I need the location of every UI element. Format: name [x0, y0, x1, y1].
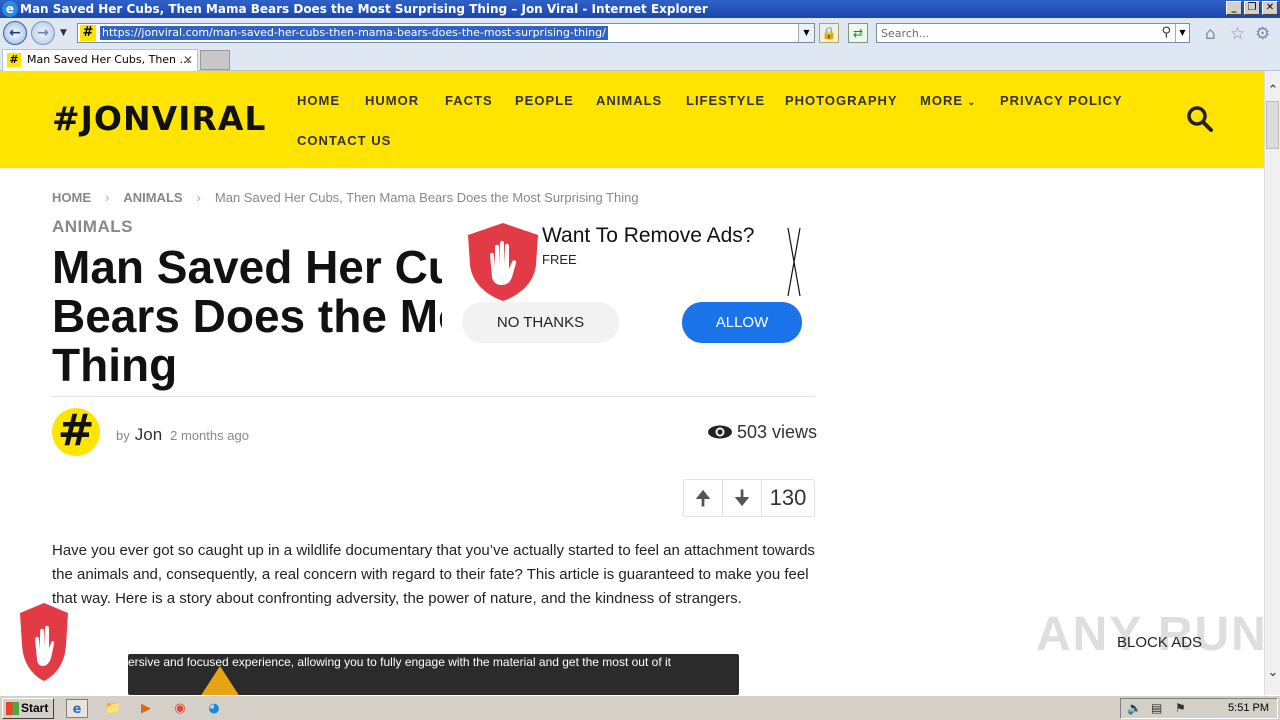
ie-taskbar-icon[interactable]: e [66, 699, 88, 718]
page-viewport: #JONVIRAL HOME HUMOR FACTS PEOPLE ANIMAL… [0, 71, 1264, 695]
chevron-right-icon: › [105, 190, 110, 205]
menu-item-home[interactable]: HOME [297, 93, 340, 108]
menu-item-more[interactable]: MORE ⌄ [920, 93, 976, 108]
menu-item-humor[interactable]: HUMOR [365, 93, 419, 108]
menu-item-contact-us[interactable]: CONTACT US [297, 133, 391, 148]
tab-label: Man Saved Her Cubs, Then ... [27, 53, 191, 66]
view-count: 503 views [707, 422, 817, 443]
menu-item-privacy-policy[interactable]: PRIVACY POLICY [1000, 93, 1123, 108]
restore-button[interactable]: ❐ [1244, 1, 1260, 15]
eye-icon [708, 425, 732, 439]
history-dropdown-icon[interactable]: ▼ [60, 28, 67, 38]
vertical-scrollbar[interactable]: ⌃ ⌄ [1264, 71, 1280, 695]
back-button[interactable]: ← [3, 21, 27, 45]
browser-search-box[interactable]: Search... ⚲ ▼ [876, 23, 1190, 43]
menu-item-photography[interactable]: PHOTOGRAPHY [785, 93, 898, 108]
menu-item-more-label: MORE [920, 93, 963, 108]
popup-subtitle: FREE [542, 252, 577, 267]
start-button[interactable]: Start [2, 698, 54, 719]
forward-button[interactable]: → [31, 21, 55, 45]
home-icon[interactable]: ⌂ [1205, 24, 1216, 44]
breadcrumb-current: Man Saved Her Cubs, Then Mama Bears Does… [214, 190, 639, 205]
chrome-icon[interactable]: ◉ [169, 699, 191, 718]
publish-date: 2 months ago [170, 428, 249, 443]
window-titlebar: e Man Saved Her Cubs, Then Mama Bears Do… [0, 0, 1280, 18]
media-player-icon[interactable]: ▶ [135, 699, 157, 718]
divider [52, 396, 815, 397]
close-tab-icon[interactable]: ✕ [183, 50, 193, 70]
chevron-right-icon: › [196, 190, 201, 205]
author-name[interactable]: Jon [135, 425, 162, 444]
lock-icon[interactable]: 🔒 [819, 23, 839, 43]
tab-favicon: # [7, 53, 21, 67]
popup-title: Want To Remove Ads? [542, 224, 755, 247]
warning-sign-thumbnail [198, 666, 242, 695]
address-dropdown-icon[interactable]: ▼ [798, 24, 814, 42]
search-icon[interactable]: ⚲ [1161, 25, 1171, 40]
search-placeholder: Search... [881, 27, 930, 40]
site-header: #JONVIRAL HOME HUMOR FACTS PEOPLE ANIMAL… [0, 71, 1264, 168]
clock[interactable]: 5:51 PM [1228, 702, 1269, 714]
start-label: Start [21, 701, 49, 715]
author-avatar[interactable]: # [52, 408, 100, 456]
block-ads-label[interactable]: BLOCK ADS [1117, 634, 1202, 651]
window-title: Man Saved Her Cubs, Then Mama Bears Does… [20, 2, 708, 16]
volume-icon[interactable]: 🔈 [1127, 701, 1142, 715]
windows-taskbar: Start e 📁 ▶ ◉ ◕ 🔈 ▤ ⚑ 5:51 PM [0, 695, 1280, 720]
close-window-button[interactable]: ✕ [1262, 1, 1278, 15]
byline: by Jon 2 months ago [116, 425, 249, 445]
menu-item-facts[interactable]: FACTS [445, 93, 493, 108]
menu-item-lifestyle[interactable]: LIFESTYLE [686, 93, 765, 108]
edge-icon[interactable]: ◕ [203, 699, 225, 718]
address-bar[interactable]: # https://jonviral.com/man-saved-her-cub… [77, 23, 815, 43]
tab-bar: # Man Saved Her Cubs, Then ... ✕ [0, 48, 1280, 71]
article-body: Have you ever got so caught up in a wild… [52, 542, 815, 607]
minimize-button[interactable]: _ [1226, 1, 1242, 15]
video-player[interactable]: ersive and focused experience, allowing … [128, 654, 739, 695]
close-icon[interactable] [786, 226, 802, 298]
stop-hand-shield-icon [468, 223, 538, 301]
downvote-arrow-icon[interactable]: 🠋 [723, 480, 762, 516]
scroll-down-arrow-icon[interactable]: ⌄ [1265, 665, 1280, 681]
windows-logo-icon [6, 702, 19, 715]
no-thanks-button[interactable]: NO THANKS [462, 302, 619, 343]
new-tab-button[interactable] [200, 50, 230, 70]
action-center-flag-icon[interactable]: ⚑ [1175, 701, 1186, 715]
scroll-thumb[interactable] [1266, 101, 1279, 149]
scroll-up-arrow-icon[interactable]: ⌃ [1265, 83, 1280, 99]
vote-widget: 🠉 🠋 130 [683, 479, 815, 517]
site-logo[interactable]: #JONVIRAL [52, 99, 266, 138]
breadcrumb-home[interactable]: HOME [52, 190, 91, 205]
url-text[interactable]: https://jonviral.com/man-saved-her-cubs-… [100, 26, 608, 40]
adblock-shield-icon[interactable] [18, 601, 70, 683]
internet-explorer-icon: e [2, 1, 18, 17]
search-dropdown-icon[interactable]: ▼ [1175, 24, 1189, 42]
upvote-arrow-icon[interactable]: 🠉 [684, 480, 723, 516]
video-caption: ersive and focused experience, allowing … [128, 655, 671, 669]
article-category[interactable]: ANIMALS [52, 217, 133, 237]
menu-item-animals[interactable]: ANIMALS [596, 93, 662, 108]
browser-navbar: ← → ▼ # https://jonviral.com/man-saved-h… [0, 18, 1280, 48]
breadcrumb-category[interactable]: ANIMALS [123, 190, 182, 205]
breadcrumb: HOME › ANIMALS › Man Saved Her Cubs, Then Ma… [52, 190, 639, 205]
explorer-folder-icon[interactable]: 📁 [102, 699, 124, 718]
menu-item-people[interactable]: PEOPLE [515, 93, 574, 108]
chevron-down-icon: ⌄ [967, 97, 977, 107]
window-controls: _ ❐ ✕ [1226, 1, 1278, 15]
favorites-star-icon[interactable]: ☆ [1230, 24, 1245, 44]
compatibility-refresh-icon[interactable]: ⇄ [848, 23, 868, 43]
site-favicon: # [80, 25, 96, 41]
vote-count: 130 [769, 485, 807, 510]
tab-article[interactable]: # Man Saved Her Cubs, Then ... ✕ [2, 49, 198, 71]
network-icon[interactable]: ▤ [1151, 701, 1162, 715]
remove-ads-popup: Want To Remove Ads? FREE NO THANKS ALLOW [460, 221, 810, 349]
view-count-text: 503 views [737, 422, 818, 442]
settings-gear-icon[interactable]: ⚙ [1255, 24, 1270, 44]
byline-by: by [116, 428, 130, 443]
allow-button[interactable]: ALLOW [682, 302, 802, 343]
system-tray: 🔈 ▤ ⚑ 5:51 PM [1120, 698, 1278, 719]
site-search-icon[interactable] [1186, 105, 1214, 133]
